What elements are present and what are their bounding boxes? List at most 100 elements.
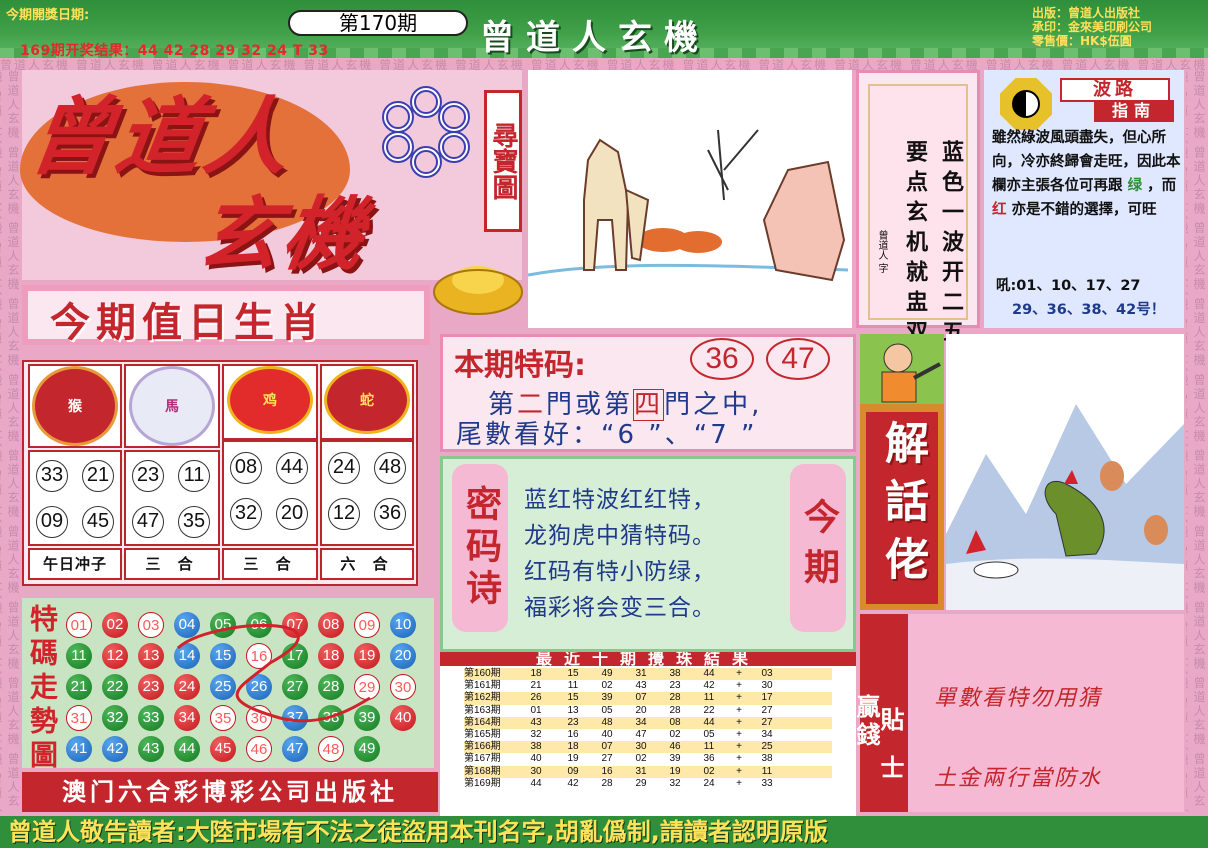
result-number: 26 bbox=[530, 692, 542, 704]
this-issue-label: 今期 bbox=[790, 464, 846, 632]
zodiac-cell-rooster: 鸡 bbox=[222, 364, 318, 440]
result-number: 32 bbox=[530, 728, 542, 740]
poem-line: 红码有特小防绿， bbox=[524, 559, 716, 585]
recent-results-title: 最近十期攪珠結果 bbox=[440, 652, 856, 666]
result-number: 30 bbox=[761, 680, 773, 692]
zodiac-number-grid: 33 21 09 45 23 11 47 35 08 44 32 20 24 48 12 36 bbox=[28, 440, 416, 546]
trend-ball: 46 bbox=[246, 736, 272, 762]
result-number: 21 bbox=[530, 680, 542, 692]
zodiac-number-cell: 33 21 09 45 bbox=[28, 450, 122, 546]
result-number: 30 bbox=[635, 741, 647, 753]
result-issue: 第165期 bbox=[464, 728, 501, 740]
result-number: 18 bbox=[567, 741, 579, 753]
trend-ball: 43 bbox=[138, 736, 164, 762]
zodiac-number: 33 bbox=[36, 460, 68, 492]
secret-poem-lines: 蓝红特波红红特， 龙狗虎中猜特码。 红码有特小防绿， 福彩将会变三合。 bbox=[524, 482, 716, 626]
result-number: 02 bbox=[635, 753, 647, 765]
result-number: 18 bbox=[530, 668, 542, 679]
result-number: + bbox=[736, 692, 742, 704]
result-number: 25 bbox=[761, 741, 773, 753]
result-number: + bbox=[736, 668, 742, 679]
zodiac-title: 今期值日生肖 bbox=[50, 300, 326, 346]
result-number: 34 bbox=[761, 728, 773, 740]
dog-illustration bbox=[527, 70, 852, 328]
poem-line: 福彩将会变三合。 bbox=[524, 595, 716, 621]
result-number: 28 bbox=[669, 692, 681, 704]
result-row: 第160期 18 15 49 31 38 44 +03 bbox=[464, 668, 832, 681]
result-number: 02 bbox=[669, 728, 681, 740]
result-number: + bbox=[736, 777, 742, 789]
result-number: 01 bbox=[530, 704, 542, 716]
bottom-notice: 曾道人敬告讀者:大陸市場有不法之徒盜用本刊名字,胡亂僞制,請讀者認明原版 bbox=[0, 816, 1208, 848]
result-number: 11 bbox=[567, 680, 579, 692]
footer-publisher: 澳门六合彩博彩公司出版社 bbox=[22, 772, 438, 812]
pointing-man-illustration bbox=[860, 334, 944, 404]
result-number: 42 bbox=[703, 680, 715, 692]
rooster-picture-icon bbox=[946, 404, 1184, 610]
result-number: + bbox=[736, 716, 742, 728]
animal-label: 猴 bbox=[68, 399, 82, 415]
result-number: 08 bbox=[669, 716, 681, 728]
rings-icon bbox=[382, 86, 470, 178]
result-number: 16 bbox=[567, 728, 579, 740]
guide-text: 雖然綠波風頭盡失，但心所向，冷亦終歸會走旺，因此本欄亦主張各位可再跟 绿 ，而 … bbox=[992, 126, 1182, 222]
result-number: 28 bbox=[669, 704, 681, 716]
result-issue: 第161期 bbox=[464, 680, 501, 692]
result-number: 11 bbox=[703, 741, 715, 753]
special-hint-line-2: 尾數看好：“6 ”、“7 ” bbox=[456, 420, 758, 450]
banner-title: 曾道人玄機 bbox=[480, 18, 710, 58]
horse-icon: 馬 bbox=[129, 366, 215, 446]
result-issue: 第160期 bbox=[464, 668, 501, 679]
zodiac-number: 32 bbox=[230, 498, 262, 530]
result-number: 19 bbox=[669, 765, 681, 777]
animal-label: 蛇 bbox=[360, 393, 374, 409]
result-number: 27 bbox=[601, 753, 613, 765]
special-number-1: 36 bbox=[690, 338, 754, 380]
zodiac-number: 23 bbox=[132, 460, 164, 492]
guide-subtitle: 指南 bbox=[1094, 100, 1174, 122]
result-number: 28 bbox=[601, 777, 613, 789]
zodiac-number-cell: 08 44 32 20 bbox=[222, 440, 318, 546]
result-number: 39 bbox=[601, 692, 613, 704]
poem-line: 龙狗虎中猜特码。 bbox=[524, 523, 716, 549]
zodiac-cell-monkey: 猴 bbox=[28, 364, 122, 448]
zodiac-number: 35 bbox=[178, 506, 210, 538]
result-number: + bbox=[736, 704, 742, 716]
zodiac-cell-snake: 蛇 bbox=[320, 364, 414, 440]
result-row: 第162期 26 15 39 07 28 11 +17 bbox=[464, 692, 832, 705]
zodiac-number-cell: 24 48 12 36 bbox=[320, 440, 414, 546]
zodiac-number: 20 bbox=[276, 498, 308, 530]
result-number: 40 bbox=[601, 728, 613, 740]
animal-label: 馬 bbox=[165, 399, 179, 415]
poem-line: 蓝红特波红红特， bbox=[524, 487, 716, 513]
trend-ball: 47 bbox=[282, 736, 308, 762]
result-issue: 第166期 bbox=[464, 741, 501, 753]
zodiac-cell-horse: 馬 bbox=[124, 364, 220, 448]
result-issue: 第167期 bbox=[464, 753, 501, 765]
result-number: 39 bbox=[669, 753, 681, 765]
zodiac-number: 21 bbox=[82, 460, 114, 492]
result-number: + bbox=[736, 765, 742, 777]
watermark-right: 曾道人玄機 曾道人玄機 曾道人玄機 曾道人玄機 曾道人玄機 曾道人玄機 曾道人玄… bbox=[1186, 70, 1206, 815]
result-number: 33 bbox=[761, 777, 773, 789]
result-number: 47 bbox=[635, 728, 647, 740]
result-number: 11 bbox=[703, 692, 715, 704]
result-number: + bbox=[736, 753, 742, 765]
verse-line-2: 要点玄机就盅双 bbox=[902, 140, 927, 350]
result-issue: 第169期 bbox=[464, 777, 501, 789]
guide-numbers-b: 29、36、38、42号！ bbox=[1012, 302, 1166, 318]
result-row: 第161期 21 11 02 43 23 42 +30 bbox=[464, 680, 832, 693]
zodiac-number: 24 bbox=[328, 452, 360, 484]
pointing-man-icon bbox=[881, 343, 941, 403]
result-number: 13 bbox=[567, 704, 579, 716]
result-row: 第167期 40 19 27 02 39 36 +38 bbox=[464, 753, 832, 766]
animal-label: 鸡 bbox=[263, 393, 277, 409]
result-number: 43 bbox=[635, 680, 647, 692]
result-number: 19 bbox=[567, 753, 579, 765]
result-number: 36 bbox=[703, 753, 715, 765]
interpretation-title: 解話佬 bbox=[877, 420, 928, 594]
result-number: 15 bbox=[567, 692, 579, 704]
result-number: 23 bbox=[669, 680, 681, 692]
result-number: 05 bbox=[601, 704, 613, 716]
trend-line bbox=[176, 623, 371, 723]
